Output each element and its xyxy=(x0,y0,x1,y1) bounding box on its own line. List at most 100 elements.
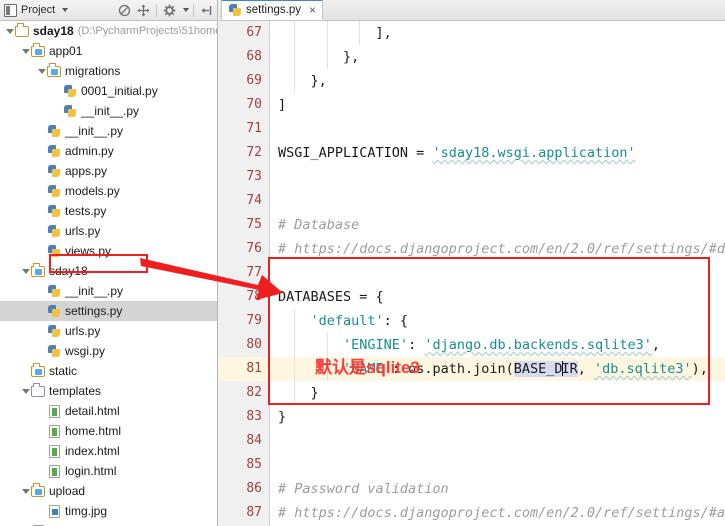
tree-item-label: timg.jpg xyxy=(65,504,107,518)
code-line[interactable]: # https://docs.djangoproject.com/en/2.0/… xyxy=(270,501,725,525)
settings-gear-icon[interactable] xyxy=(161,2,178,19)
editor-tab-bar: settings.py × xyxy=(219,0,725,21)
line-number: 74 xyxy=(219,189,269,213)
tree-spacer xyxy=(36,186,47,197)
tree-item-sday18[interactable]: sday18 xyxy=(0,261,217,281)
tree-item-settings-py[interactable]: settings.py xyxy=(0,301,217,321)
tree-item-label: urls.py xyxy=(65,324,100,338)
code-line[interactable] xyxy=(270,165,725,189)
html-file-icon xyxy=(47,464,62,479)
html-file-icon xyxy=(47,404,62,419)
code-line[interactable]: } xyxy=(270,405,725,429)
code-text xyxy=(278,361,343,377)
code-line[interactable]: ], xyxy=(270,21,725,45)
tree-item-label: urls.py xyxy=(65,224,100,238)
tree-twisty-open-icon[interactable] xyxy=(4,26,15,37)
tree-item-0001-initial-py[interactable]: 0001_initial.py xyxy=(0,81,217,101)
code-line[interactable]: }, xyxy=(270,69,725,93)
line-number: 82 xyxy=(219,381,269,405)
tree-item-static[interactable]: static xyxy=(0,361,217,381)
code-line[interactable]: # Password validation xyxy=(270,477,725,501)
tree-twisty-open-icon[interactable] xyxy=(20,266,31,277)
tree-spacer xyxy=(36,506,47,517)
tree-item-admin-py[interactable]: admin.py xyxy=(0,141,217,161)
code-line[interactable]: 'default': { xyxy=(270,309,725,333)
tree-item-detail-html[interactable]: detail.html xyxy=(0,401,217,421)
python-file-icon xyxy=(47,284,62,299)
tab-label: settings.py xyxy=(246,4,301,16)
code-line[interactable] xyxy=(270,189,725,213)
code-line[interactable] xyxy=(270,453,725,477)
code-line[interactable] xyxy=(270,261,725,285)
chevron-down-icon[interactable] xyxy=(62,8,68,12)
collapse-all-icon[interactable] xyxy=(198,2,215,19)
line-number: 84 xyxy=(219,429,269,453)
tree-item-views-py[interactable]: views.py xyxy=(0,241,217,261)
tree-item-label: sday18 xyxy=(33,24,74,38)
project-panel-toolbar: Project xyxy=(0,0,217,21)
tree-item-label: detail.html xyxy=(65,404,120,418)
code-content[interactable]: ], }, },] WSGI_APPLICATION = 'sday18.wsgi… xyxy=(270,21,725,526)
code-line[interactable] xyxy=(270,429,725,453)
indent-guide xyxy=(327,45,328,69)
code-line[interactable]: # https://docs.djangoproject.com/en/2.0/… xyxy=(270,237,725,261)
gear-chevron-down-icon[interactable] xyxy=(183,8,189,12)
tree-item-migrations[interactable]: migrations xyxy=(0,61,217,81)
python-file-icon xyxy=(228,3,242,17)
tree-spacer xyxy=(36,466,47,477)
tree-item-urls-py[interactable]: urls.py xyxy=(0,321,217,341)
code-line[interactable]: WSGI_APPLICATION = 'sday18.wsgi.applicat… xyxy=(270,141,725,165)
scroll-from-source-icon[interactable] xyxy=(135,2,152,19)
hide-icon[interactable] xyxy=(116,2,133,19)
tree-item-tests-py[interactable]: tests.py xyxy=(0,201,217,221)
tree-item-wsgi-py[interactable]: wsgi.py xyxy=(0,341,217,361)
tree-twisty-open-icon[interactable] xyxy=(20,486,31,497)
code-line[interactable]: 'NAME': os.path.join(BASE_DIR, 'db.sqlit… xyxy=(270,357,725,381)
python-file-icon xyxy=(47,344,62,359)
tree-item-label: __init__.py xyxy=(81,104,139,118)
project-view-selector[interactable]: Project xyxy=(0,0,68,20)
tree-item-timg-jpg[interactable]: timg.jpg xyxy=(0,501,217,521)
tree-item-label: __init__.py xyxy=(65,124,123,138)
code-string: 'sday18.wsgi.application' xyxy=(432,145,635,161)
tree-item--init-py[interactable]: __init__.py xyxy=(0,101,217,121)
folder-plain-icon xyxy=(15,24,30,39)
tree-spacer xyxy=(36,246,47,257)
tree-item--init-py[interactable]: __init__.py xyxy=(0,121,217,141)
tree-item-login-html[interactable]: login.html xyxy=(0,461,217,481)
tree-twisty-open-icon[interactable] xyxy=(20,386,31,397)
line-number: 72 xyxy=(219,141,269,165)
code-string: 'db.sqlite3' xyxy=(594,361,692,377)
line-number-gutter[interactable]: 6768697071727374757677787980818283848586… xyxy=(219,21,270,526)
indent-guide xyxy=(294,21,295,45)
tree-item-upload[interactable]: upload xyxy=(0,481,217,501)
code-line[interactable]: ] xyxy=(270,93,725,117)
tree-item-urls-py[interactable]: urls.py xyxy=(0,221,217,241)
tree-twisty-open-icon[interactable] xyxy=(36,66,47,77)
code-line[interactable]: 'ENGINE': 'django.db.backends.sqlite3', xyxy=(270,333,725,357)
tree-item-home-html[interactable]: home.html xyxy=(0,421,217,441)
code-line[interactable]: # Database xyxy=(270,213,725,237)
code-line[interactable]: }, xyxy=(270,45,725,69)
code-line[interactable] xyxy=(270,117,725,141)
tree-item-sday18[interactable]: sday18(D:\PycharmProjects\51home xyxy=(0,21,217,41)
tree-item-index-html[interactable]: index.html xyxy=(0,441,217,461)
tree-item--init-py[interactable]: __init__.py xyxy=(0,281,217,301)
indent-guide xyxy=(327,357,328,381)
code-line[interactable]: DATABASES = { xyxy=(270,285,725,309)
line-number: 71 xyxy=(219,117,269,141)
tab-settings-py[interactable]: settings.py × xyxy=(221,0,323,20)
tree-twisty-open-icon[interactable] xyxy=(20,46,31,57)
tree-item-models-py[interactable]: models.py xyxy=(0,181,217,201)
tree-spacer xyxy=(52,106,63,117)
python-file-icon xyxy=(47,144,62,159)
code-comment: # https://docs.djangoproject.com/en/2.0/… xyxy=(278,241,725,257)
tree-item-db-sqlite3[interactable]: db.sqlite3 xyxy=(0,521,217,526)
tree-item-apps-py[interactable]: apps.py xyxy=(0,161,217,181)
tree-item-app01[interactable]: app01 xyxy=(0,41,217,61)
close-icon[interactable]: × xyxy=(309,4,316,16)
project-file-tree[interactable]: sday18(D:\PycharmProjects\51homeapp01mig… xyxy=(0,21,217,526)
code-line[interactable]: } xyxy=(270,381,725,405)
indent-guide xyxy=(294,357,295,381)
tree-item-templates[interactable]: templates xyxy=(0,381,217,401)
